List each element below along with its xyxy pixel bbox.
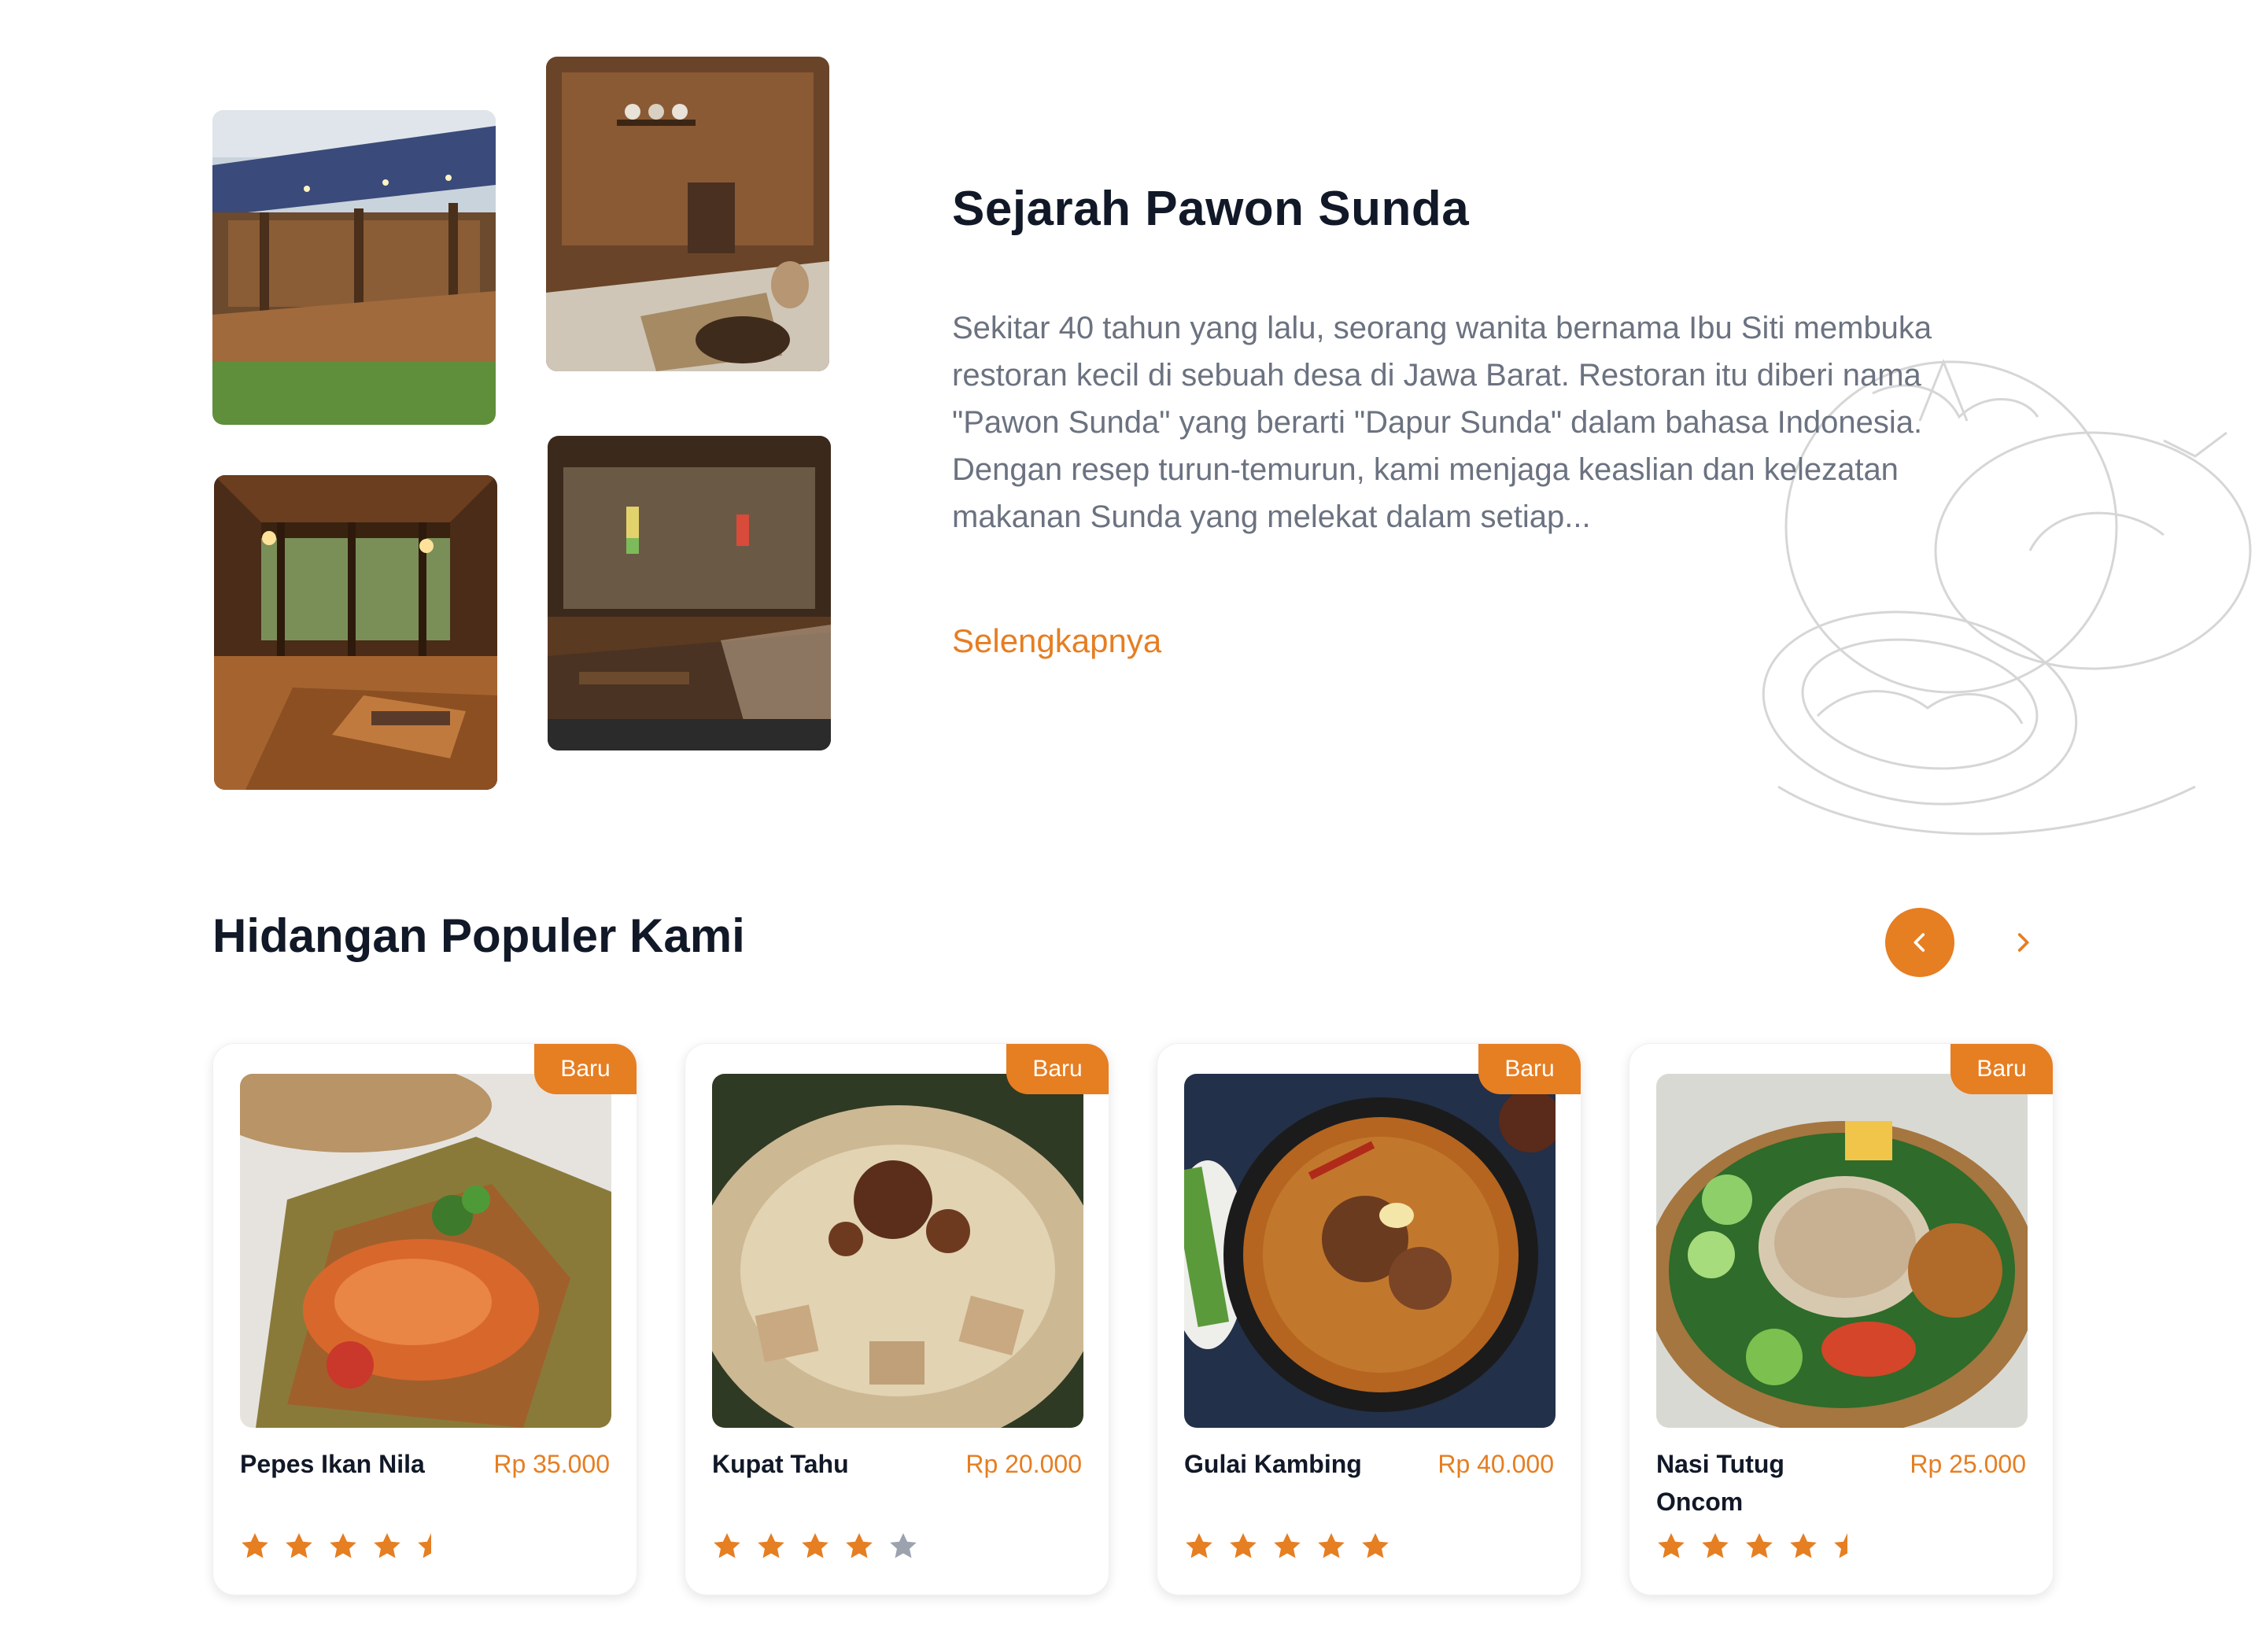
history-title: Sejarah Pawon Sunda [952, 182, 1470, 236]
star-full-icon [374, 1532, 400, 1558]
dish-price: Rp 20.000 [965, 1450, 1082, 1478]
star-full-icon [1186, 1532, 1212, 1558]
gallery-photo-lesehan [548, 436, 831, 750]
dish-name: Nasi Tutug Oncom [1656, 1450, 1784, 1516]
star-half-icon [1834, 1532, 1847, 1558]
popular-dishes-title: Hidangan Populer Kami [212, 909, 745, 962]
dish-name: Kupat Tahu [712, 1450, 849, 1478]
popular-dishes-carousel: Baru Pepes Ikan Nila Rp 35.000 Baru Kupa… [212, 1043, 2054, 1597]
gallery-photo-pavilion [212, 110, 496, 425]
rating-stars [238, 1530, 448, 1563]
star-half-icon [418, 1532, 431, 1558]
star-full-icon [1274, 1532, 1301, 1558]
history-description: Sekitar 40 tahun yang lalu, seorang wani… [952, 311, 1932, 534]
star-full-icon [1790, 1532, 1817, 1558]
star-empty-icon [890, 1532, 917, 1558]
dish-image-nasi-tutug-oncom [1656, 1074, 2028, 1428]
star-full-icon [1362, 1532, 1389, 1558]
dish-card[interactable]: Baru Pepes Ikan Nila Rp 35.000 [212, 1043, 637, 1595]
dish-image-gulai-kambing [1184, 1074, 1556, 1428]
gallery-photo-kitchen [546, 57, 829, 371]
dish-name: Pepes Ikan Nila [240, 1450, 425, 1478]
star-full-icon [242, 1532, 268, 1558]
dish-price: Rp 35.000 [493, 1450, 610, 1478]
star-full-icon [1230, 1532, 1257, 1558]
star-full-icon [286, 1532, 312, 1558]
rating-stars [710, 1530, 920, 1563]
read-more-link[interactable]: Selengkapnya [952, 622, 1161, 660]
star-full-icon [1746, 1532, 1773, 1558]
dish-image-pepes-ikan-nila [240, 1074, 611, 1428]
new-badge: Baru [1006, 1044, 1109, 1094]
star-full-icon [330, 1532, 356, 1558]
rating-stars [1655, 1530, 1864, 1563]
gallery-photo-dining-hall [214, 475, 497, 790]
dish-image-kupat-tahu [712, 1074, 1083, 1428]
star-full-icon [802, 1532, 829, 1558]
star-full-icon [846, 1532, 873, 1558]
chevron-left-icon [1914, 933, 1925, 952]
dish-price: Rp 25.000 [1910, 1450, 2026, 1478]
star-full-icon [1658, 1532, 1685, 1558]
carousel-next-button[interactable] [2003, 913, 2043, 972]
dish-name: Gulai Kambing [1184, 1450, 1362, 1478]
restaurant-gallery [212, 57, 834, 796]
rating-stars [1183, 1530, 1392, 1563]
star-full-icon [714, 1532, 740, 1558]
new-badge: Baru [534, 1044, 637, 1094]
dish-card[interactable]: Baru Gulai Kambing Rp 40.000 [1157, 1043, 1581, 1595]
dish-price: Rp 40.000 [1437, 1450, 1554, 1478]
chevron-right-icon [2017, 933, 2029, 952]
carousel-prev-button[interactable] [1885, 908, 1954, 977]
dish-card[interactable]: Baru Kupat Tahu Rp 20.000 [685, 1043, 1109, 1595]
star-full-icon [1702, 1532, 1729, 1558]
star-full-icon [1318, 1532, 1345, 1558]
dish-card[interactable]: Baru Nasi Tutug Oncom Rp 25.000 [1629, 1043, 2054, 1595]
new-badge: Baru [1950, 1044, 2053, 1094]
new-badge: Baru [1478, 1044, 1581, 1094]
star-full-icon [758, 1532, 784, 1558]
